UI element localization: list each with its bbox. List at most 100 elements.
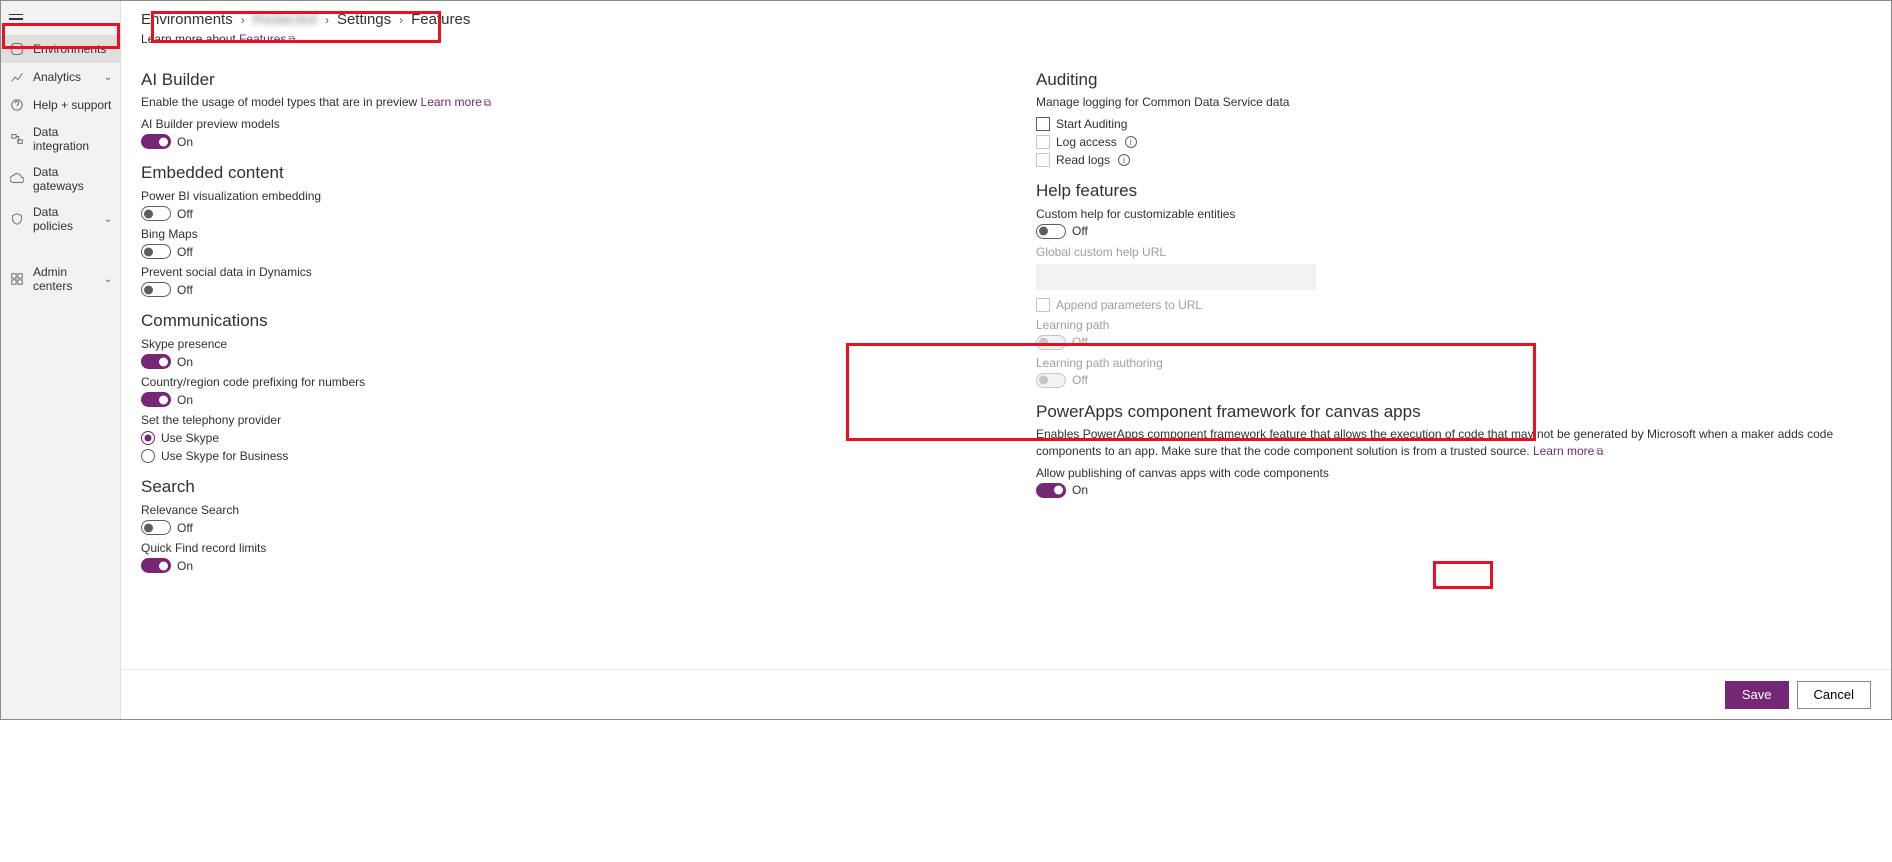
admin-centers-icon <box>9 271 25 287</box>
bingmaps-label: Bing Maps <box>141 227 976 241</box>
quickfind-toggle[interactable] <box>141 558 171 573</box>
shield-icon <box>9 211 25 227</box>
external-link-icon: ⧉ <box>1596 447 1603 458</box>
chevron-right-icon: › <box>241 13 245 27</box>
social-toggle[interactable] <box>141 282 171 297</box>
hamburger-icon[interactable] <box>9 7 33 31</box>
ai-preview-label: AI Builder preview models <box>141 117 976 131</box>
use-skype-business-radio[interactable] <box>141 449 155 463</box>
telephony-label: Set the telephony provider <box>141 413 976 427</box>
bingmaps-toggle[interactable] <box>141 244 171 259</box>
ai-builder-desc: Enable the usage of model types that are… <box>141 94 976 111</box>
sidebar-item-analytics[interactable]: Analytics ⌄ <box>1 63 120 91</box>
sidebar-item-label: Data integration <box>33 125 112 153</box>
quickfind-label: Quick Find record limits <box>141 541 976 555</box>
right-column: Auditing Manage logging for Common Data … <box>1036 56 1871 654</box>
toggle-state: Off <box>1072 373 1088 387</box>
analytics-icon <box>9 69 25 85</box>
auditing-heading: Auditing <box>1036 70 1871 90</box>
relevance-toggle[interactable] <box>141 520 171 535</box>
help-url-label: Global custom help URL <box>1036 245 1871 259</box>
info-icon[interactable]: i <box>1118 154 1130 166</box>
sidebar-item-admin-centers[interactable]: Admin centers ⌄ <box>1 259 120 299</box>
sidebar: Environments Analytics ⌄ Help + support … <box>1 1 121 719</box>
breadcrumb-environments[interactable]: Environments <box>141 11 233 28</box>
toggle-state: On <box>177 355 193 369</box>
features-link[interactable]: Features <box>239 32 286 46</box>
sidebar-item-data-integration[interactable]: Data integration <box>1 119 120 159</box>
toggle-state: On <box>177 393 193 407</box>
checkbox-label: Append parameters to URL <box>1056 298 1202 312</box>
learning-path-auth-label: Learning path authoring <box>1036 356 1871 370</box>
skype-presence-toggle[interactable] <box>141 354 171 369</box>
country-prefix-toggle[interactable] <box>141 392 171 407</box>
sidebar-item-environments[interactable]: Environments <box>1 35 120 63</box>
sidebar-item-data-gateways[interactable]: Data gateways <box>1 159 120 199</box>
breadcrumb: Environments › Redacted › Settings › Fea… <box>121 1 1891 32</box>
help-features-heading: Help features <box>1036 181 1871 201</box>
read-logs-checkbox[interactable] <box>1036 153 1050 167</box>
sidebar-item-label: Help + support <box>33 98 111 112</box>
ai-learn-more-link[interactable]: Learn more <box>421 95 482 109</box>
pcf-learn-more-link[interactable]: Learn more <box>1533 444 1594 458</box>
main-content: Environments › Redacted › Settings › Fea… <box>121 1 1891 719</box>
save-button[interactable]: Save <box>1725 681 1789 709</box>
country-prefix-label: Country/region code prefixing for number… <box>141 375 976 389</box>
breadcrumb-features: Features <box>411 11 470 28</box>
sidebar-item-label: Data policies <box>33 205 96 233</box>
search-heading: Search <box>141 477 976 497</box>
breadcrumb-settings[interactable]: Settings <box>337 11 391 28</box>
powerbi-label: Power BI visualization embedding <box>141 189 976 203</box>
embedded-heading: Embedded content <box>141 163 976 183</box>
radio-label: Use Skype for Business <box>161 449 288 463</box>
chevron-right-icon: › <box>325 13 329 27</box>
custom-help-label: Custom help for customizable entities <box>1036 207 1871 221</box>
gateways-icon <box>9 171 25 187</box>
chevron-down-icon: ⌄ <box>104 214 112 225</box>
external-link-icon: ⧉ <box>288 35 295 46</box>
toggle-state: Off <box>177 207 193 221</box>
ai-builder-heading: AI Builder <box>141 70 976 90</box>
append-params-checkbox <box>1036 298 1050 312</box>
powerbi-toggle[interactable] <box>141 206 171 221</box>
learning-path-label: Learning path <box>1036 318 1871 332</box>
ai-preview-toggle[interactable] <box>141 134 171 149</box>
footer: Save Cancel <box>121 669 1891 719</box>
log-access-checkbox[interactable] <box>1036 135 1050 149</box>
left-column: AI Builder Enable the usage of model typ… <box>141 56 976 654</box>
pcf-desc: Enables PowerApps component framework fe… <box>1036 426 1871 460</box>
sidebar-item-help[interactable]: Help + support <box>1 91 120 119</box>
sidebar-item-data-policies[interactable]: Data policies ⌄ <box>1 199 120 239</box>
toggle-state: Off <box>177 521 193 535</box>
use-skype-radio[interactable] <box>141 431 155 445</box>
learn-more-line: Learn more about Features⧉ <box>121 32 1891 56</box>
toggle-state: On <box>1072 483 1088 497</box>
help-url-input <box>1036 264 1316 290</box>
environments-icon <box>9 41 25 57</box>
cancel-button[interactable]: Cancel <box>1797 681 1871 709</box>
learning-path-auth-toggle <box>1036 373 1066 388</box>
toggle-state: Off <box>1072 224 1088 238</box>
learn-prefix: Learn more about <box>141 32 239 46</box>
data-integration-icon <box>9 131 25 147</box>
sidebar-item-label: Environments <box>33 42 106 56</box>
breadcrumb-env-name[interactable]: Redacted <box>253 11 317 28</box>
custom-help-toggle[interactable] <box>1036 224 1066 239</box>
toggle-state: On <box>177 135 193 149</box>
relevance-label: Relevance Search <box>141 503 976 517</box>
external-link-icon: ⧉ <box>484 98 491 109</box>
communications-heading: Communications <box>141 311 976 331</box>
chevron-down-icon: ⌄ <box>104 274 112 285</box>
start-auditing-checkbox[interactable] <box>1036 117 1050 131</box>
toggle-state: Off <box>177 283 193 297</box>
toggle-state: Off <box>1072 335 1088 349</box>
sidebar-item-label: Analytics <box>33 70 81 84</box>
info-icon[interactable]: i <box>1125 136 1137 148</box>
learning-path-toggle <box>1036 335 1066 350</box>
chevron-down-icon: ⌄ <box>104 72 112 83</box>
social-label: Prevent social data in Dynamics <box>141 265 976 279</box>
pcf-allow-toggle[interactable] <box>1036 483 1066 498</box>
pcf-allow-label: Allow publishing of canvas apps with cod… <box>1036 466 1871 480</box>
auditing-desc: Manage logging for Common Data Service d… <box>1036 94 1871 111</box>
checkbox-label: Read logs <box>1056 153 1110 167</box>
